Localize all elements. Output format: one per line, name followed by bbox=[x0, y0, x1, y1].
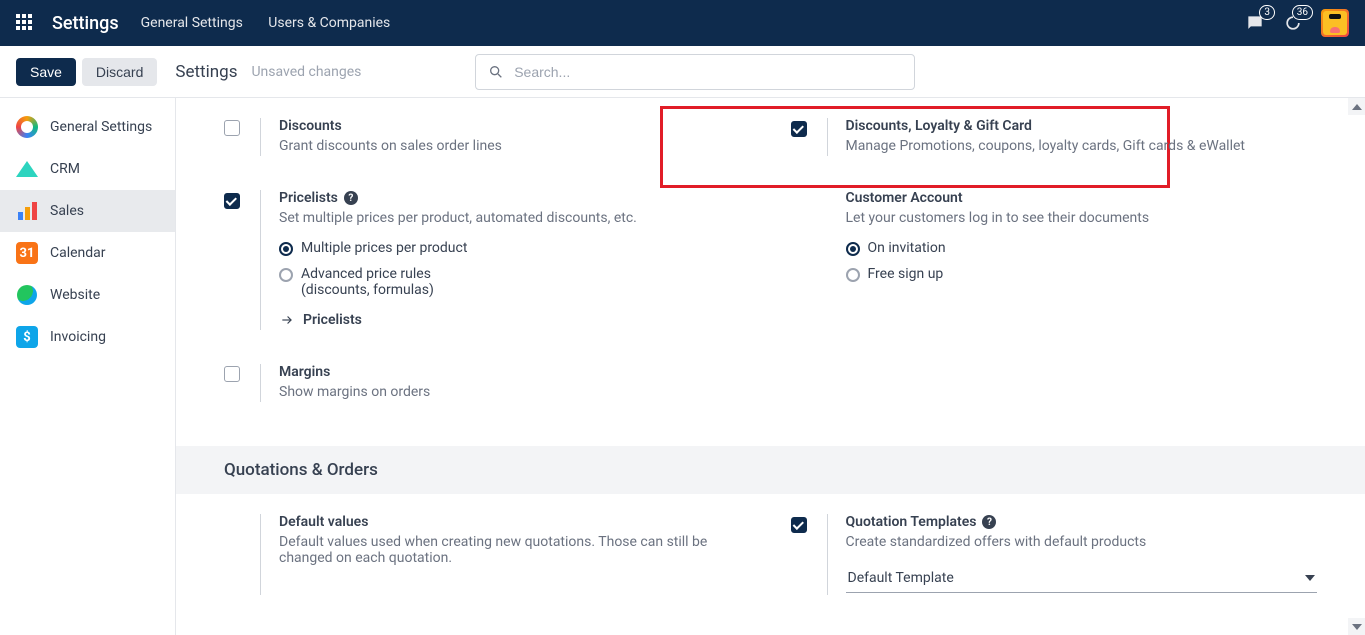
sidebar-item-general-settings[interactable]: General Settings bbox=[0, 106, 175, 148]
sidebar-item-label: Calendar bbox=[50, 245, 106, 261]
setting-title: Discounts, Loyalty & Gift Card bbox=[846, 118, 1318, 134]
setting-desc: Default values used when creating new qu… bbox=[279, 534, 751, 566]
activities-icon[interactable]: 36 bbox=[1283, 13, 1303, 33]
help-icon[interactable]: ? bbox=[982, 515, 996, 529]
scroll-down-icon[interactable] bbox=[1348, 618, 1365, 635]
scroll-up-icon[interactable] bbox=[1348, 98, 1365, 115]
radio-free-signup[interactable]: Free sign up bbox=[846, 266, 1318, 282]
website-icon bbox=[16, 284, 38, 306]
setting-title: Discounts bbox=[279, 118, 751, 134]
setting-desc: Let your customers log in to see their d… bbox=[846, 210, 1318, 226]
pricelists-link[interactable]: Pricelists bbox=[279, 312, 751, 328]
action-bar: Save Discard Settings Unsaved changes bbox=[0, 46, 1365, 98]
menu-general-settings[interactable]: General Settings bbox=[141, 15, 243, 31]
apps-icon[interactable] bbox=[16, 14, 34, 32]
setting-margins: Margins Show margins on orders bbox=[224, 364, 751, 402]
checkbox-pricelists[interactable] bbox=[224, 193, 240, 209]
messages-icon[interactable]: 3 bbox=[1245, 13, 1265, 33]
radio-icon bbox=[279, 242, 293, 256]
radio-multiple-prices[interactable]: Multiple prices per product bbox=[279, 240, 751, 256]
top-nav: Settings General Settings Users & Compan… bbox=[0, 0, 1365, 46]
sidebar-item-crm[interactable]: CRM bbox=[0, 148, 175, 190]
menu-users-companies[interactable]: Users & Companies bbox=[268, 15, 390, 31]
setting-pricelists: Pricelists ? Set multiple prices per pro… bbox=[224, 190, 751, 330]
checkbox-discounts[interactable] bbox=[224, 120, 240, 136]
messages-badge: 3 bbox=[1259, 5, 1275, 20]
setting-discounts: Discounts Grant discounts on sales order… bbox=[224, 118, 751, 156]
calendar-icon: 31 bbox=[16, 242, 38, 264]
save-button[interactable]: Save bbox=[16, 58, 76, 86]
sidebar-item-calendar[interactable]: 31 Calendar bbox=[0, 232, 175, 274]
sidebar-item-label: Invoicing bbox=[50, 329, 106, 345]
setting-desc: Manage Promotions, coupons, loyalty card… bbox=[846, 138, 1318, 154]
search-icon bbox=[488, 64, 504, 80]
breadcrumb: Settings bbox=[175, 62, 237, 82]
radio-icon bbox=[846, 242, 860, 256]
checkbox-margins[interactable] bbox=[224, 366, 240, 382]
sidebar-item-label: Sales bbox=[50, 203, 84, 219]
top-menu: General Settings Users & Companies bbox=[141, 15, 413, 31]
setting-desc: Create standardized offers with default … bbox=[846, 534, 1318, 550]
setting-title: Margins bbox=[279, 364, 751, 380]
setting-customer-account: Customer Account Let your customers log … bbox=[791, 190, 1318, 330]
setting-default-values: Default values Default values used when … bbox=[224, 514, 751, 595]
main-content[interactable]: Discounts Grant discounts on sales order… bbox=[176, 98, 1365, 635]
invoicing-icon: $ bbox=[16, 326, 38, 348]
default-template-select[interactable]: Default Template bbox=[846, 564, 1318, 593]
radio-icon bbox=[279, 268, 293, 282]
gear-icon bbox=[16, 116, 38, 138]
section-quotations-orders: Quotations & Orders bbox=[176, 446, 1365, 494]
radio-advanced-rules[interactable]: Advanced price rules (discounts, formula… bbox=[279, 266, 751, 298]
sidebar-item-invoicing[interactable]: $ Invoicing bbox=[0, 316, 175, 358]
sidebar-item-label: General Settings bbox=[50, 119, 152, 135]
sales-icon bbox=[16, 200, 38, 222]
help-icon[interactable]: ? bbox=[344, 191, 358, 205]
search-box[interactable] bbox=[475, 54, 915, 90]
sidebar-item-sales[interactable]: Sales bbox=[0, 190, 175, 232]
setting-desc: Set multiple prices per product, automat… bbox=[279, 210, 751, 226]
setting-loyalty: Discounts, Loyalty & Gift Card Manage Pr… bbox=[791, 118, 1318, 156]
checkbox-quotation-templates[interactable] bbox=[791, 517, 807, 533]
radio-on-invitation[interactable]: On invitation bbox=[846, 240, 1318, 256]
avatar[interactable] bbox=[1321, 9, 1349, 37]
setting-title: Pricelists ? bbox=[279, 190, 751, 206]
sidebar: General Settings CRM Sales 31 Calendar W… bbox=[0, 98, 176, 635]
setting-title: Default values bbox=[279, 514, 751, 530]
activities-badge: 36 bbox=[1292, 5, 1313, 20]
discard-button[interactable]: Discard bbox=[82, 58, 157, 86]
app-brand[interactable]: Settings bbox=[52, 13, 119, 34]
crm-icon bbox=[16, 158, 38, 180]
sidebar-item-label: Website bbox=[50, 287, 100, 303]
sidebar-item-label: CRM bbox=[50, 161, 80, 177]
unsaved-indicator: Unsaved changes bbox=[251, 64, 361, 80]
setting-quotation-templates: Quotation Templates ? Create standardize… bbox=[791, 514, 1318, 595]
setting-title: Quotation Templates ? bbox=[846, 514, 1318, 530]
setting-title: Customer Account bbox=[846, 190, 1318, 206]
checkbox-loyalty[interactable] bbox=[791, 121, 807, 137]
setting-desc: Grant discounts on sales order lines bbox=[279, 138, 751, 154]
search-input[interactable] bbox=[514, 64, 902, 80]
sidebar-item-website[interactable]: Website bbox=[0, 274, 175, 316]
arrow-right-icon bbox=[279, 313, 295, 327]
setting-desc: Show margins on orders bbox=[279, 384, 751, 400]
radio-icon bbox=[846, 268, 860, 282]
chevron-down-icon bbox=[1305, 575, 1315, 581]
